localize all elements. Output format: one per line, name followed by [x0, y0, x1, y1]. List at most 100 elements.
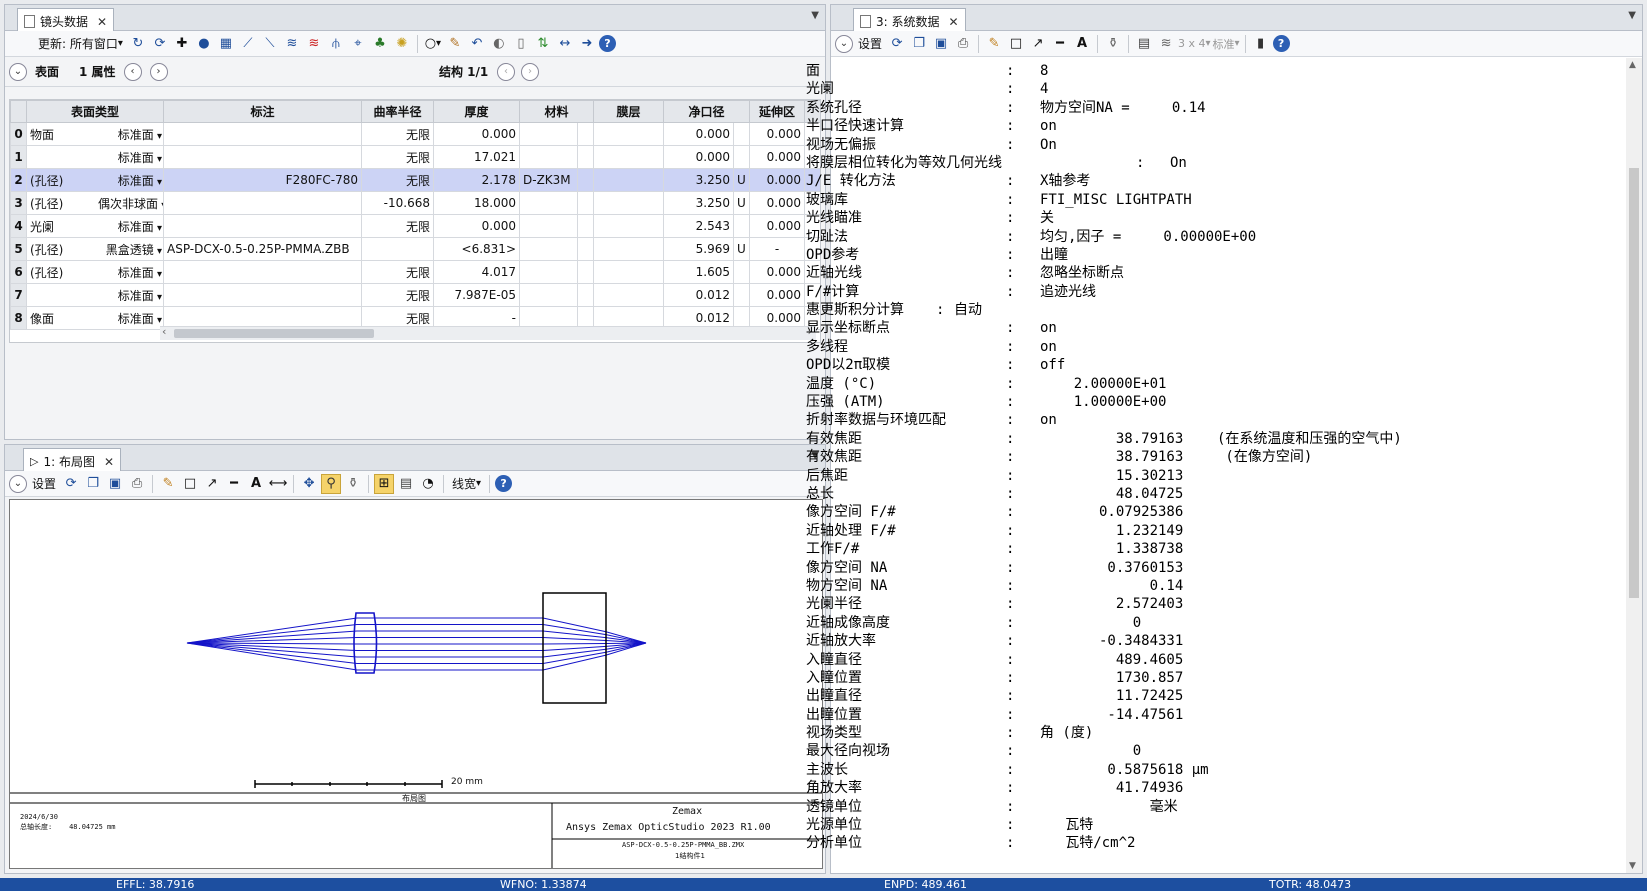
table-row[interactable]: 3(孔径) 偶次非球面 -10.66818.000 3.250U0.000 [10, 191, 820, 215]
stamp-icon[interactable]: ⚱ [1103, 34, 1123, 54]
surface-type-cell[interactable]: 标准面 [26, 283, 164, 307]
dimension-icon[interactable]: ⟷ [268, 474, 288, 494]
window-icon[interactable]: ▤ [396, 474, 416, 494]
scroll-down-icon[interactable]: ▼ [1629, 861, 1636, 871]
clear-semi-cell[interactable]: 3.250 [663, 168, 735, 192]
properties-label[interactable]: 1 属性 [79, 63, 116, 80]
standard-dropdown[interactable]: 标准 [1213, 34, 1240, 54]
radius-cell[interactable]: 无限 [361, 168, 434, 192]
tab-lens-data[interactable]: 镜头数据 ✕ [17, 8, 115, 31]
axis-icon[interactable]: ⟋ [238, 34, 258, 54]
material-solve-cell[interactable] [576, 260, 595, 284]
surface-type-dropdown[interactable]: 标准面 [98, 310, 162, 327]
surface-type-cell[interactable]: 标准面 [26, 145, 164, 169]
globe-icon[interactable]: ● [194, 34, 214, 54]
header-coating[interactable]: 膜层 [593, 100, 665, 123]
comment-cell[interactable]: ASP-DCX-0.5-0.25P-PMMA.ZBB [163, 237, 362, 261]
tab-system-data[interactable]: 3: 系统数据 ✕ [853, 8, 966, 31]
pencil-icon[interactable]: ✎ [158, 474, 178, 494]
update-dropdown[interactable]: 更新: 所有窗口 [35, 34, 126, 54]
material-solve-cell[interactable] [576, 237, 595, 261]
extension-cell[interactable]: 0.000 [749, 283, 806, 307]
surface-type-dropdown[interactable]: 标准面 [98, 126, 162, 143]
tree-icon[interactable]: ♣ [370, 34, 390, 54]
comment-cell[interactable] [163, 283, 362, 307]
line-arrow-icon[interactable]: ↗ [202, 474, 222, 494]
surface-type-dropdown[interactable]: 标准面 [98, 172, 162, 189]
header-thickness[interactable]: 厚度 [433, 100, 520, 123]
table-row[interactable]: 7 标准面 无限7.987E-05 0.012 0.000 [10, 283, 820, 307]
collapse-icon[interactable]: ⌄ [9, 474, 27, 493]
material-solve-cell[interactable] [576, 145, 595, 169]
horizontal-scrollbar[interactable]: ‹ › [160, 325, 816, 340]
undo-icon[interactable]: ↶ [467, 34, 487, 54]
surface-type-dropdown[interactable]: 标准面 [98, 264, 162, 281]
delete-layers-icon[interactable]: ≋ [304, 34, 324, 54]
line-arrow-icon[interactable]: ↗ [1028, 34, 1048, 54]
text-icon[interactable]: A [1072, 34, 1092, 54]
surface-type-cell[interactable]: 光阑 标准面 [26, 214, 164, 238]
clear-solve-cell[interactable] [733, 260, 751, 284]
pencil-icon[interactable]: ✎ [984, 34, 1004, 54]
help-icon[interactable]: ? [1272, 35, 1290, 52]
grid-dropdown[interactable]: 3 x 4 [1178, 34, 1211, 54]
refresh-icon[interactable]: ⟳ [887, 34, 907, 54]
panel-menu-icon[interactable]: ▼ [811, 10, 819, 21]
material-cell[interactable] [519, 237, 578, 261]
clear-semi-cell[interactable]: 1.605 [663, 260, 735, 284]
surface-type-dropdown[interactable]: 标准面 [98, 218, 162, 235]
collapse-icon[interactable]: ⌄ [9, 62, 27, 81]
chart-icon[interactable]: ▦ [216, 34, 236, 54]
material-cell[interactable] [519, 283, 578, 307]
material-solve-cell[interactable] [576, 214, 595, 238]
refresh-all-icon[interactable]: ⟳ [150, 34, 170, 54]
thickness-cell[interactable]: <6.831> [433, 237, 520, 261]
scroll-up-icon[interactable]: ▲ [1629, 60, 1636, 70]
axis-reverse-icon[interactable]: ⟍ [260, 34, 280, 54]
table-row[interactable]: 4光阑标准面无限0.0002.5430.000 [10, 214, 820, 238]
comment-cell[interactable] [163, 260, 362, 284]
text-icon[interactable]: A [246, 474, 266, 494]
save-icon[interactable]: ▣ [931, 34, 951, 54]
material-cell[interactable] [519, 145, 578, 169]
cross-icon[interactable]: ⌖ [348, 34, 368, 54]
next-surface-button[interactable]: › [149, 62, 168, 81]
layers-icon[interactable]: ≋ [282, 34, 302, 54]
clear-solve-cell[interactable]: U [733, 191, 751, 215]
scrollbar-thumb[interactable] [1629, 168, 1639, 598]
line-icon[interactable]: ━ [224, 474, 244, 494]
coating-cell[interactable] [593, 260, 665, 284]
extension-cell[interactable]: 0.000 [749, 145, 806, 169]
radius-cell[interactable]: 无限 [361, 260, 434, 284]
device-icon[interactable]: ▮ [1251, 34, 1271, 54]
panel-menu-icon[interactable]: ▼ [1628, 10, 1636, 21]
layout-canvas[interactable]: 20 mm 布局图 2024/6/30 总轴长度: 48.04725 mm Ze… [9, 499, 823, 869]
surface-type-cell[interactable]: (孔径) 标准面 [26, 168, 164, 192]
material-cell[interactable] [519, 214, 578, 238]
radius-cell[interactable]: 无限 [361, 145, 434, 169]
clear-semi-cell[interactable]: 2.543 [663, 214, 735, 238]
thickness-cell[interactable]: 0.000 [433, 214, 520, 238]
clear-solve-cell[interactable] [733, 145, 751, 169]
coating-cell[interactable] [593, 191, 665, 215]
table-row[interactable]: 0物面标准面无限0.0000.0000.000 [10, 122, 820, 146]
close-icon[interactable]: ✕ [949, 15, 959, 29]
material-solve-cell[interactable] [576, 168, 595, 192]
material-cell[interactable] [519, 122, 578, 146]
material-cell[interactable]: D-ZK3M [519, 168, 578, 192]
rectangle-icon[interactable]: □ [180, 474, 200, 494]
comment-cell[interactable]: F280FC-780 [163, 168, 362, 192]
print-icon[interactable]: ⎙ [127, 474, 147, 494]
header-material[interactable]: 材料 [518, 100, 595, 123]
circle-dropdown-icon[interactable]: ○ [423, 34, 443, 54]
settings-button[interactable]: 设置 [29, 474, 59, 494]
thickness-cell[interactable]: 2.178 [433, 168, 520, 192]
extension-cell[interactable]: - [749, 237, 806, 261]
header-extension[interactable]: 延伸区 [749, 100, 806, 123]
toggle-icon[interactable]: ◐ [489, 34, 509, 54]
window-icon[interactable]: ▤ [1134, 34, 1154, 54]
copy-icon[interactable]: ❐ [83, 474, 103, 494]
extension-cell[interactable]: 0.000 [749, 214, 806, 238]
close-icon[interactable]: ✕ [104, 455, 114, 469]
extension-cell[interactable]: 0.000 [749, 122, 806, 146]
